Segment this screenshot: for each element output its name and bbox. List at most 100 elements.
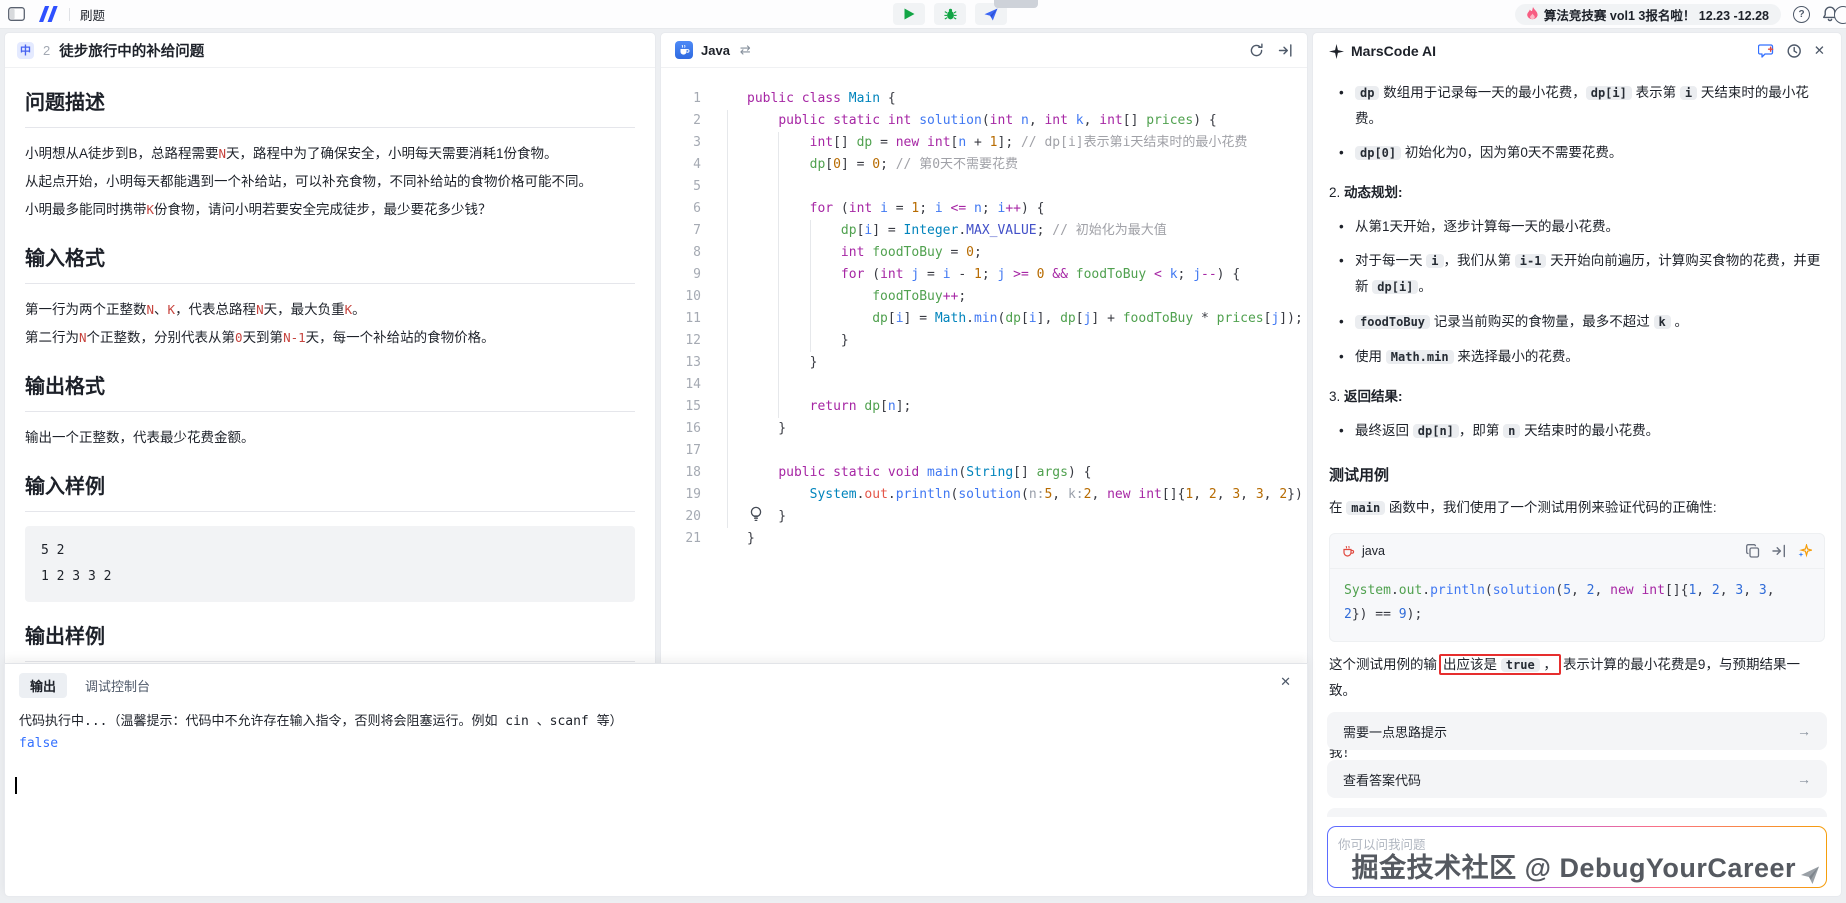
arrow-right-icon: →: [1797, 771, 1811, 787]
line-number: 4: [661, 154, 713, 176]
language-label[interactable]: Java: [701, 43, 730, 58]
seg-chip: n: [1503, 424, 1520, 438]
code-line[interactable]: 2 public static int solution(int n, int …: [661, 110, 1307, 132]
suggestion-pill-partial[interactable]: [1327, 808, 1827, 817]
code-line[interactable]: 6 for (int i = 1; i <= n; i++) {: [661, 198, 1307, 220]
ai-code-line: 2}) == 9);: [1344, 603, 1810, 627]
code-line[interactable]: 13 }: [661, 352, 1307, 374]
seg-chip: Math.min: [1386, 350, 1454, 364]
line-number: 19: [661, 484, 713, 506]
console-result: false: [19, 736, 1293, 751]
bullet-marker: •: [1339, 418, 1344, 443]
bullet-marker: •: [1339, 80, 1344, 105]
new-chat-icon[interactable]: [1758, 43, 1774, 59]
code-line[interactable]: 4 dp[0] = 0; // 第0天不需要花费: [661, 154, 1307, 176]
code-line[interactable]: 1public class Main {: [661, 88, 1307, 110]
console-tab-debug[interactable]: 调试控制台: [85, 676, 150, 695]
ai-bullet-item: •对于每一天 i，我们从第 i-1 天开始向前遍历，计算购买食物的花费，并更新 …: [1329, 248, 1825, 300]
code-line[interactable]: 9 for (int j = i - 1; j >= 0 && foodToBu…: [661, 264, 1307, 286]
line-number: 12: [661, 330, 713, 352]
watermark-text: 掘金技术社区 @ DebugYourCareer: [1352, 846, 1796, 885]
format-code-icon[interactable]: [1278, 43, 1293, 58]
code-line[interactable]: 17: [661, 440, 1307, 462]
line-number: 2: [661, 110, 713, 132]
help-icon[interactable]: ?: [1793, 6, 1810, 23]
console-close-icon[interactable]: ✕: [1280, 674, 1291, 690]
problem-description-body: 问题描述 小明想从A徒步到B，总路程需要N天，路程中为了确保安全，小明每天需要消…: [5, 86, 655, 702]
suggestion-pill[interactable]: 查看答案代码→: [1327, 760, 1827, 798]
ai-close-icon[interactable]: ✕: [1814, 43, 1825, 59]
suggestion-pill[interactable]: 需要一点思路提示→: [1327, 712, 1827, 750]
copy-icon[interactable]: [1746, 544, 1760, 558]
console-tab-output[interactable]: 输出: [19, 673, 67, 698]
marscode-logo[interactable]: [35, 6, 59, 22]
code-line[interactable]: 8 int foodToBuy = 0;: [661, 242, 1307, 264]
history-icon[interactable]: [1786, 43, 1802, 59]
insert-code-icon[interactable]: [1772, 544, 1786, 558]
chat-input[interactable]: 你可以问我问题 掘金技术社区 @ DebugYourCareer: [1327, 826, 1827, 888]
output-console: 输出调试控制台 ✕ 代码执行中...（温馨提示：代码中不允许存在输入指令，否则将…: [4, 663, 1308, 897]
code-line[interactable]: 14: [661, 374, 1307, 396]
text-line: 小明想从A徒步到B，总路程需要N天，路程中为了确保安全，小明每天需要消耗1份食物…: [25, 140, 635, 168]
code-line-text: dp[i] = Integer.MAX_VALUE; // 初始化为最大值: [713, 220, 1167, 242]
ai-test-heading: 测试用例: [1329, 464, 1825, 485]
send-icon[interactable]: [1800, 865, 1820, 885]
code-editor[interactable]: 1public class Main {2 public static int …: [661, 68, 1307, 550]
ai-bullet-item: •从第1天开始，逐步计算每一天的最小花费。: [1329, 214, 1825, 239]
code-line[interactable]: 15 return dp[n];: [661, 396, 1307, 418]
sample-input-block: 5 2 1 2 3 3 2: [25, 526, 635, 602]
seg-red: K: [168, 302, 176, 317]
problem-title: 徒步旅行中的补给问题: [59, 40, 204, 61]
run-button[interactable]: [893, 3, 925, 25]
ai-sparkle-icon[interactable]: [1798, 544, 1812, 558]
code-line-text: dp[i] = Math.min(dp[i], dp[j] + foodToBu…: [713, 308, 1303, 330]
line-number: 7: [661, 220, 713, 242]
code-line[interactable]: 21}: [661, 528, 1307, 550]
code-line[interactable]: 11 dp[i] = Math.min(dp[i], dp[j] + foodT…: [661, 308, 1307, 330]
code-line[interactable]: 18 public static void main(String[] args…: [661, 462, 1307, 484]
topbar-divider: [69, 8, 70, 21]
language-switch-icon[interactable]: ⇄: [740, 42, 751, 58]
seg-red: N: [219, 146, 227, 161]
contest-banner[interactable]: 算法竞技赛 vol1 3报名啦！ 12.23 -12.28: [1515, 4, 1781, 25]
code-line-text: public static void main(String[] args) {: [713, 462, 1091, 484]
lightbulb-icon[interactable]: [749, 506, 765, 524]
code-line-text: System.out.println(solution(n:5, k:2, ne…: [713, 484, 1308, 506]
code-line[interactable]: 16 }: [661, 418, 1307, 440]
code-line[interactable]: 12 }: [661, 330, 1307, 352]
editor-header: Java ⇄: [661, 33, 1307, 68]
line-number: 17: [661, 440, 713, 462]
code-line-text: public class Main {: [713, 88, 896, 110]
debug-button[interactable]: [934, 3, 966, 25]
clock-icon-partial[interactable]: [1834, 6, 1846, 24]
seg-chip: dp: [1355, 86, 1379, 100]
seg-chip: foodToBuy: [1355, 315, 1430, 329]
code-line-text: for (int i = 1; i <= n; i++) {: [713, 198, 1044, 220]
ai-bottom-area: 需要一点思路提示→ 查看答案代码→ 你可以问我问题 掘金技术社区 @ DebugY…: [1327, 702, 1827, 888]
section-heading-input-format: 输入格式: [25, 242, 635, 284]
code-line[interactable]: 19 System.out.println(solution(n:5, k:2,…: [661, 484, 1307, 506]
nav-item-practice[interactable]: 刷题: [80, 5, 105, 24]
topbar: 刷题 算法竞技赛 vol1 3报名啦！ 12.23 -12.28 ?: [0, 0, 1846, 29]
code-line[interactable]: 10 foodToBuy++;: [661, 286, 1307, 308]
ai-numbered-heading: 2. 动态规划:: [1329, 181, 1825, 205]
seg-red: 0: [235, 330, 243, 345]
code-line[interactable]: 7 dp[i] = Integer.MAX_VALUE; // 初始化为最大值: [661, 220, 1307, 242]
code-line[interactable]: 5: [661, 176, 1307, 198]
code-line[interactable]: 3 int[] dp = new int[n + 1]; // dp[i]表示第…: [661, 132, 1307, 154]
ai-panel-header: MarsCode AI ✕: [1313, 33, 1841, 69]
section-heading-output-format: 输出格式: [25, 370, 635, 412]
tooltip-fragment: [994, 0, 1038, 8]
text-line: 第一行为两个正整数N、K，代表总路程N天，最大负重K。: [25, 296, 635, 324]
reset-code-icon[interactable]: [1249, 43, 1264, 58]
seg-red: N: [79, 330, 87, 345]
ai-test-intro: 在 main 函数中，我们使用了一个测试用例来验证代码的正确性:: [1329, 495, 1825, 521]
problem-header: 中 2 徒步旅行中的补给问题: [5, 33, 655, 68]
ai-code-line: System.out.println(solution(5, 2, new in…: [1344, 579, 1810, 603]
console-message: 代码执行中...（温馨提示：代码中不允许存在输入指令，否则将会阻塞运行。例如 c…: [19, 710, 1293, 729]
line-number: 16: [661, 418, 713, 440]
sidebar-toggle-icon[interactable]: [8, 7, 25, 21]
ai-code-lang: java: [1362, 544, 1385, 558]
line-number: 6: [661, 198, 713, 220]
fire-icon: [1527, 7, 1538, 21]
